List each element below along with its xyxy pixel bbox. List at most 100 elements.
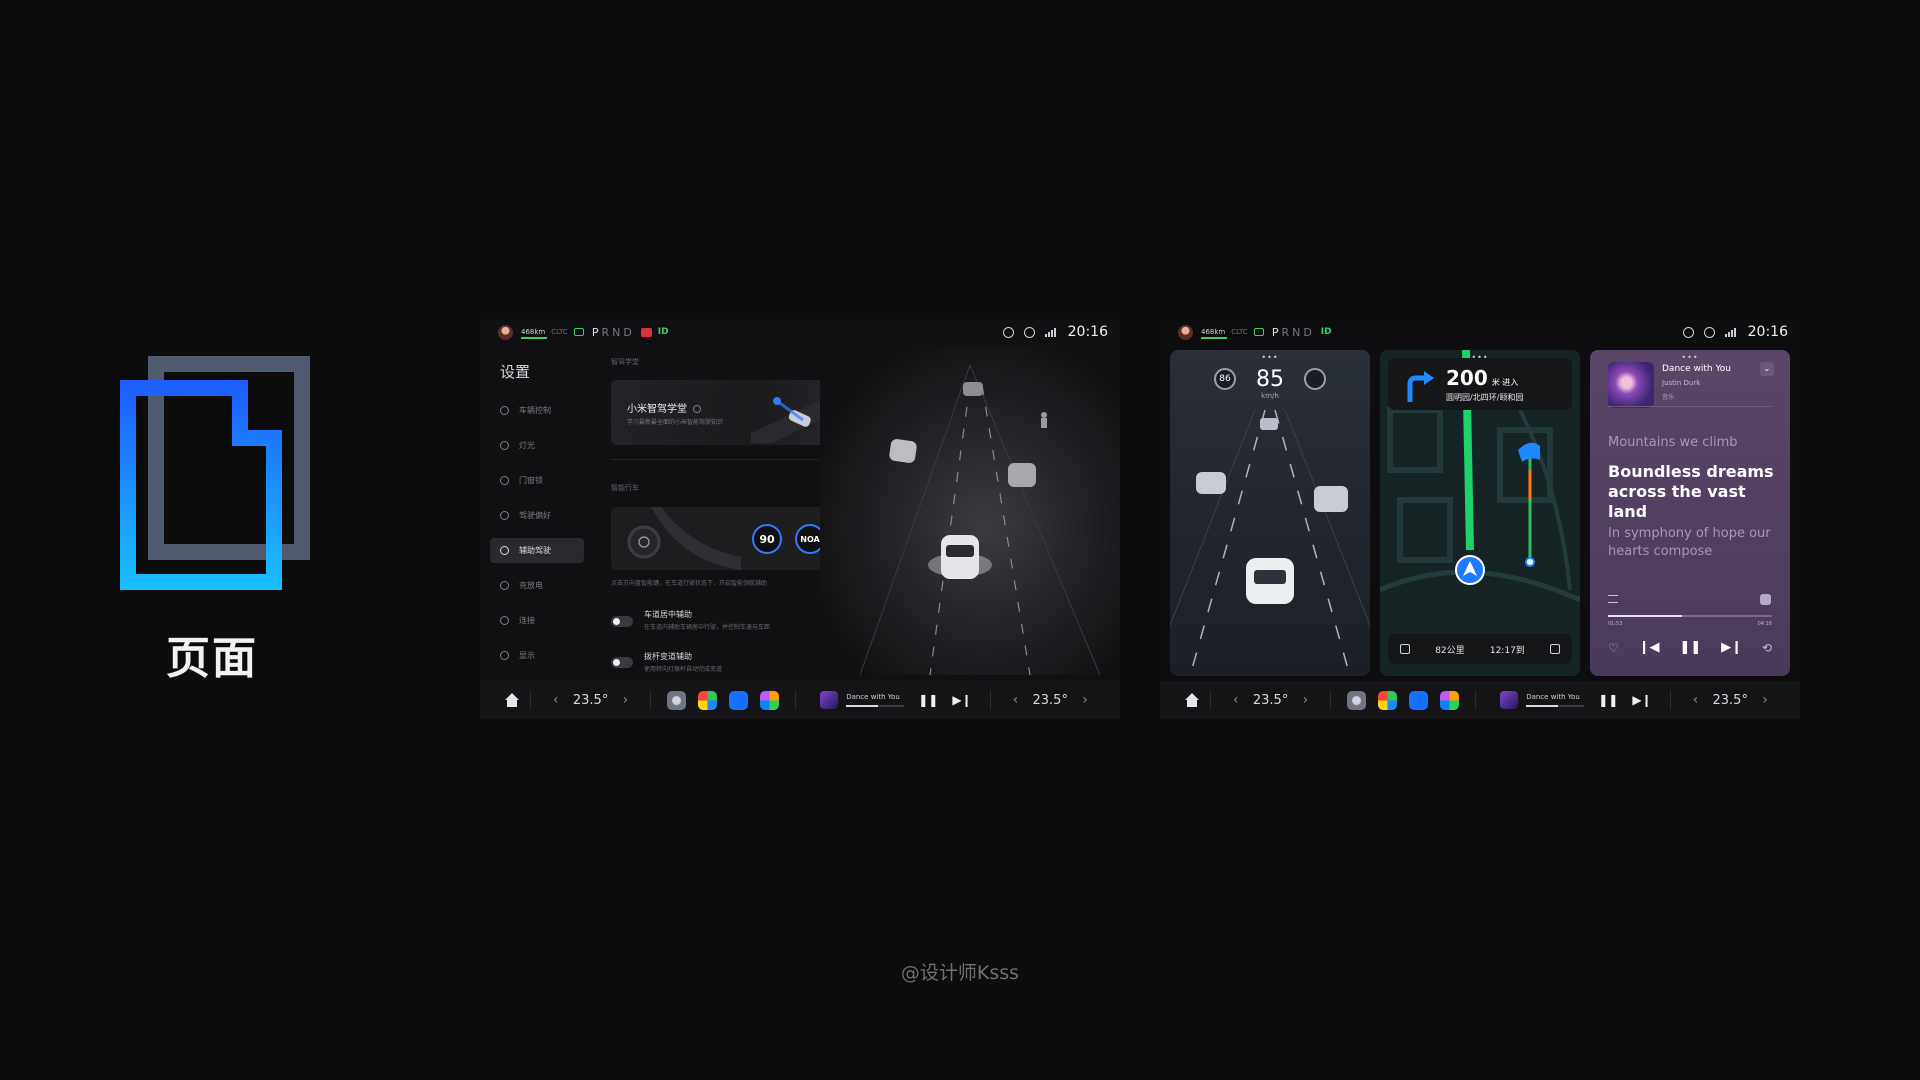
toggle-subtitle: 在车道内辅助车辆居中行驶，并控制车速与车距 [644, 624, 771, 631]
trip-summary: 82公里 12:17到 [1388, 634, 1572, 664]
steering-wheel-illustration [627, 507, 741, 570]
menu-item-charging[interactable]: 充放电 [490, 573, 584, 598]
turn-guidance: 200 米 进入 圆明园/北四环/颐和园 [1388, 358, 1572, 410]
cltc-label: CLTC [551, 328, 568, 336]
temp-up-right-button[interactable]: › [1762, 692, 1768, 708]
album-art[interactable] [1608, 362, 1654, 408]
link-icon[interactable] [1023, 326, 1035, 338]
temp-up-right-button[interactable]: › [1082, 692, 1088, 708]
brand-label: 页面 [166, 633, 258, 684]
academy-card[interactable]: 小米智驾学堂 学习最新最全面的小米智能驾驶知识 [611, 380, 846, 445]
lane-centering-toggle[interactable] [611, 616, 633, 627]
watermark: @设计师Ksss [900, 962, 1020, 984]
video-call-app-icon[interactable] [1409, 690, 1429, 710]
speed-limit-ring[interactable]: 90 [752, 524, 782, 554]
chevron-down-icon[interactable]: ⌄ [1760, 362, 1774, 376]
next-icon[interactable]: ▶❙ [1632, 693, 1651, 707]
music-card[interactable]: ••• Dance with You Justin Durk 音乐 ⌄ Moun… [1590, 350, 1790, 676]
home-icon[interactable] [504, 693, 520, 707]
message-icon[interactable] [1682, 326, 1694, 338]
navigation-card[interactable]: ••• 200米 进入 圆明园/北四环/颐和园 82公里 12:17到 [1380, 350, 1580, 676]
menu-item-vehicle-control[interactable]: 车辆控制 [490, 398, 584, 423]
settings-app-icon[interactable] [667, 690, 687, 710]
lane-change-toggle[interactable] [611, 657, 633, 668]
range-readout: 468km [521, 328, 548, 339]
temp-down-right-button[interactable]: ‹ [1013, 692, 1019, 708]
lyrics-toggle-icon[interactable] [1760, 594, 1771, 605]
bottom-dock: ‹ 23.5° › Dance with You ❚❚ ▶❙ ‹ 23.5° › [1160, 681, 1800, 719]
next-icon[interactable]: ▶❙ [952, 693, 971, 707]
media-mini[interactable]: Dance with You [1526, 693, 1585, 707]
driving-card[interactable]: ••• 86 85 km/h [1170, 350, 1370, 676]
menu-item-lights[interactable]: 灯光 [490, 433, 584, 458]
avatar[interactable] [498, 324, 513, 340]
card-handle[interactable]: ••• [1170, 353, 1370, 362]
temp-down-left-button[interactable]: ‹ [553, 692, 559, 708]
next-icon[interactable]: ▶❙ [1721, 640, 1742, 655]
pause-icon[interactable]: ❚❚ [1679, 640, 1701, 655]
temperature-left: 23.5° [1252, 692, 1289, 708]
menu-item-display[interactable]: 显示 [490, 643, 584, 668]
temp-down-left-button[interactable]: ‹ [1233, 692, 1239, 708]
battery-icon [1253, 328, 1264, 336]
page-icon [120, 356, 310, 590]
album-art[interactable] [1500, 691, 1519, 709]
gear-indicator: PRND [591, 325, 635, 339]
page-title: 设置 [500, 363, 531, 381]
card-subtitle: 学习最新最全面的小米智能驾驶知识 [627, 419, 724, 426]
app-grid-icon[interactable] [1440, 690, 1460, 710]
route-options-icon[interactable] [1550, 644, 1560, 654]
home-cards-screen: 468km CLTC PRND ID 20:16 ••• 86 85 km/h [1160, 319, 1800, 719]
speed-readout: 85 [1256, 367, 1284, 392]
previous-icon[interactable]: ❙◀ [1639, 640, 1660, 655]
exit-navigation-icon[interactable] [1400, 644, 1410, 654]
warning-icon [640, 327, 652, 337]
video-call-app-icon[interactable] [729, 690, 749, 710]
signal-icon [1044, 327, 1056, 337]
lyric-previous: Mountains we climb [1608, 435, 1738, 450]
music-progress-bar[interactable] [1608, 615, 1772, 617]
menu-item-assist[interactable]: 辅助驾驶 [490, 538, 584, 563]
pause-icon[interactable]: ❚❚ [1598, 693, 1618, 707]
app-grid-icon[interactable] [760, 690, 780, 710]
menu-item-connection[interactable]: 连接 [490, 608, 584, 633]
signal-icon [1724, 327, 1736, 337]
message-icon[interactable] [1002, 326, 1014, 338]
link-icon[interactable] [1703, 326, 1715, 338]
settings-screen: 468km CLTC PRND ID 20:16 设置 车辆控制 灯光 门窗锁 … [480, 319, 1120, 719]
range-readout: 468km [1201, 328, 1228, 339]
card-handle[interactable]: ••• [1590, 353, 1790, 362]
lyric-next: In symphony of hope our hearts compose [1608, 526, 1771, 559]
temp-down-right-button[interactable]: ‹ [1693, 692, 1699, 708]
music-progress-fill [1608, 615, 1682, 617]
wheel-icon [500, 511, 509, 520]
media-progress [1526, 705, 1585, 707]
eta: 12:17到 [1489, 645, 1525, 656]
divider [611, 459, 846, 460]
settings-app-icon[interactable] [1347, 690, 1367, 710]
playlist-icon[interactable] [1608, 595, 1618, 603]
avatar[interactable] [1178, 324, 1193, 340]
gear-indicator: PRND [1271, 325, 1315, 339]
temp-up-left-button[interactable]: › [623, 692, 629, 708]
album-art[interactable] [820, 691, 839, 709]
media-mini[interactable]: Dance with You [846, 693, 905, 707]
song-source: 音乐 [1662, 394, 1675, 401]
divider [1608, 406, 1772, 407]
temp-up-left-button[interactable]: › [1303, 692, 1309, 708]
steering-wheel-icon [1304, 368, 1326, 390]
lyric-current: Boundless dreams across the vast land [1608, 462, 1774, 521]
menu-item-locks[interactable]: 门窗锁 [490, 468, 584, 493]
menu-item-driving[interactable]: 驾驶偏好 [490, 503, 584, 528]
song-title: Dance with You [1662, 364, 1731, 374]
temperature-left: 23.5° [572, 692, 609, 708]
card-title: 小米智驾学堂 [627, 404, 687, 415]
pause-icon[interactable]: ❚❚ [918, 693, 938, 707]
assist-icon [500, 546, 509, 555]
lock-icon [500, 476, 509, 485]
heart-icon[interactable]: ♡ [1608, 641, 1619, 655]
repeat-icon[interactable]: ⟲ [1762, 641, 1772, 655]
map-app-icon[interactable] [698, 690, 718, 710]
home-icon[interactable] [1184, 693, 1200, 707]
map-app-icon[interactable] [1378, 690, 1398, 710]
